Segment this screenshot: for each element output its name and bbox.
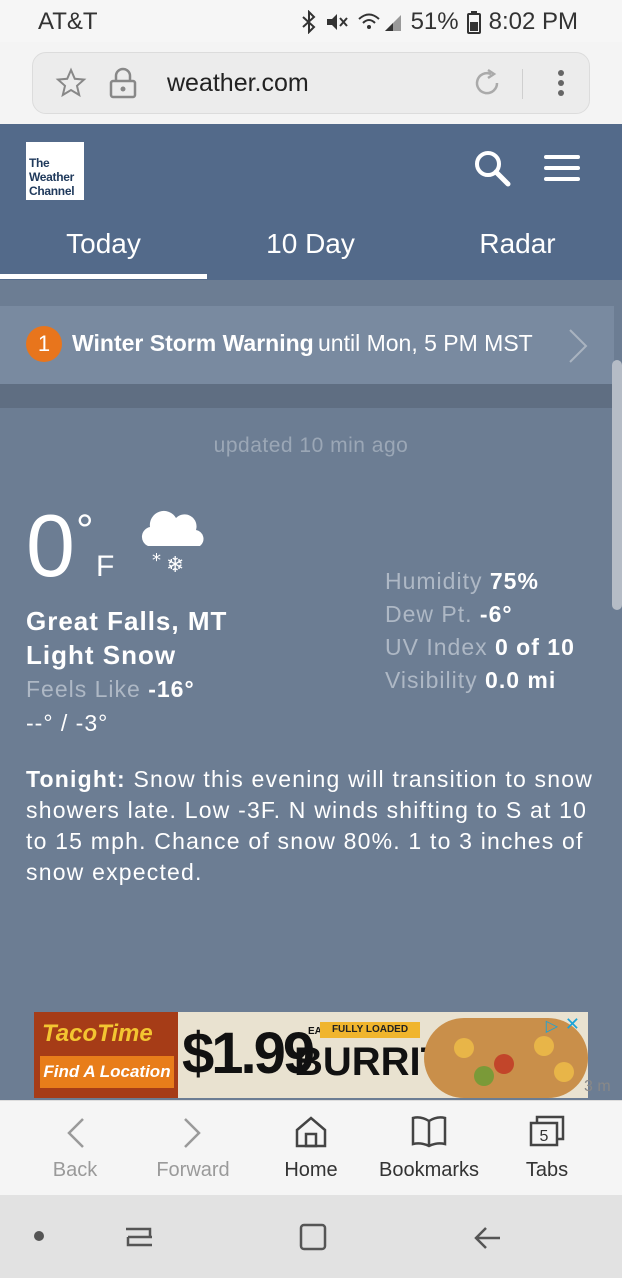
forward-label: Forward	[156, 1159, 230, 1181]
home-label: Home	[284, 1159, 338, 1181]
address-bar[interactable]: weather.com	[32, 52, 590, 114]
url-text[interactable]: weather.com	[167, 69, 309, 98]
system-nav-bar	[0, 1195, 622, 1278]
tabs-count: 5	[540, 1128, 549, 1145]
alert-title: Winter Storm Warning	[72, 330, 314, 356]
high-low: --° / -3°	[26, 710, 109, 736]
feels-like: Feels Like -16°	[26, 676, 195, 702]
tonight-forecast: Tonight: Snow this evening will transiti…	[26, 764, 596, 888]
hamburger-menu-icon[interactable]	[544, 155, 580, 181]
uv-index-row: UV Index 0 of 10	[385, 634, 575, 660]
clipped-text: 3 m	[584, 1078, 611, 1095]
recent-apps-icon[interactable]	[124, 1223, 154, 1258]
tabs-icon: 5	[529, 1115, 565, 1147]
active-tab-indicator	[0, 274, 207, 279]
bookmark-star-icon[interactable]	[55, 67, 87, 104]
divider	[522, 69, 523, 99]
weather-condition: Light Snow	[26, 640, 177, 670]
temperature-unit: F	[96, 550, 115, 583]
visibility-row: Visibility 0.0 mi	[385, 667, 557, 693]
page-scrollbar[interactable]	[612, 360, 622, 610]
ad-brand: TacoTime	[42, 1020, 153, 1047]
burrito-image	[424, 1018, 588, 1098]
dew-point-row: Dew Pt. -6°	[385, 601, 513, 627]
forward-button[interactable]: Forward	[134, 1101, 252, 1196]
clock: 8:02 PM	[488, 8, 578, 35]
ad-close-icon[interactable]: ✕	[565, 1014, 580, 1035]
search-icon[interactable]	[472, 148, 512, 193]
wifi-signal-icon	[357, 11, 403, 33]
lock-icon[interactable]	[109, 67, 137, 104]
status-bar: AT&T 51% 8:02 PM	[0, 0, 622, 42]
nav-dot[interactable]	[34, 1231, 44, 1241]
ad-tagline: FULLY LOADED	[320, 1022, 420, 1038]
battery-icon	[466, 10, 481, 34]
weather-stats: Humidity 75% Dew Pt. -6° UV Index 0 of 1…	[385, 565, 575, 697]
battery-percent: 51%	[410, 8, 459, 35]
bookmarks-button[interactable]: Bookmarks	[370, 1101, 488, 1196]
chevron-right-icon	[566, 328, 590, 369]
chevron-left-icon	[67, 1118, 84, 1148]
home-icon	[295, 1116, 327, 1148]
tonight-label: Tonight:	[26, 766, 126, 792]
current-temperature: 0	[26, 496, 75, 595]
tab-today[interactable]: Today	[0, 228, 207, 260]
book-icon	[411, 1116, 447, 1148]
svg-text:*: *	[152, 550, 161, 571]
bookmarks-label: Bookmarks	[378, 1159, 480, 1181]
weather-channel-logo[interactable]: The Weather Channel	[26, 142, 84, 200]
system-back-icon[interactable]	[472, 1223, 504, 1258]
system-home-icon[interactable]	[298, 1222, 328, 1257]
tab-radar[interactable]: Radar	[414, 228, 621, 260]
ad-find-location[interactable]: Find A Location	[40, 1056, 174, 1088]
alert-until: until Mon, 5 PM MST	[318, 330, 533, 356]
back-label: Back	[52, 1159, 98, 1181]
more-options-icon[interactable]	[555, 67, 567, 104]
tabs-button[interactable]: 5 Tabs	[488, 1101, 606, 1196]
section-divider	[0, 384, 614, 408]
back-button[interactable]: Back	[16, 1101, 134, 1196]
ad-price: $1.99	[182, 1021, 315, 1086]
updated-timestamp: updated 10 min ago	[213, 434, 409, 457]
cloud-snow-icon: * ❄	[134, 506, 208, 581]
svg-text:❄: ❄	[166, 553, 184, 576]
browser-bottom-nav: Back Forward Home Bookmarks 5 Tabs	[0, 1100, 622, 1195]
chevron-right-icon	[184, 1118, 201, 1148]
tabs-label: Tabs	[525, 1159, 569, 1181]
humidity-row: Humidity 75%	[385, 568, 539, 594]
feels-like-value: -16°	[148, 676, 195, 702]
tab-10-day[interactable]: 10 Day	[207, 228, 414, 260]
nav-tabs: Today 10 Day Radar	[0, 222, 622, 280]
bluetooth-icon	[301, 10, 317, 34]
degree-symbol: °	[76, 506, 94, 555]
home-button[interactable]: Home	[252, 1101, 370, 1196]
ad-brand-panel: TacoTime Find A Location	[34, 1012, 178, 1098]
adchoices-icon[interactable]: ▷	[546, 1016, 558, 1036]
mute-icon	[325, 11, 349, 33]
winter-storm-alert[interactable]: 1 Winter Storm Warning until Mon, 5 PM M…	[0, 306, 614, 384]
tacotime-ad-banner[interactable]: TacoTime Find A Location $1.99 EA. FULLY…	[34, 1012, 588, 1098]
alert-count-badge: 1	[26, 326, 62, 362]
location-name: Great Falls, MT	[26, 606, 228, 636]
carrier-label: AT&T	[38, 8, 98, 35]
reload-icon[interactable]	[471, 67, 503, 104]
